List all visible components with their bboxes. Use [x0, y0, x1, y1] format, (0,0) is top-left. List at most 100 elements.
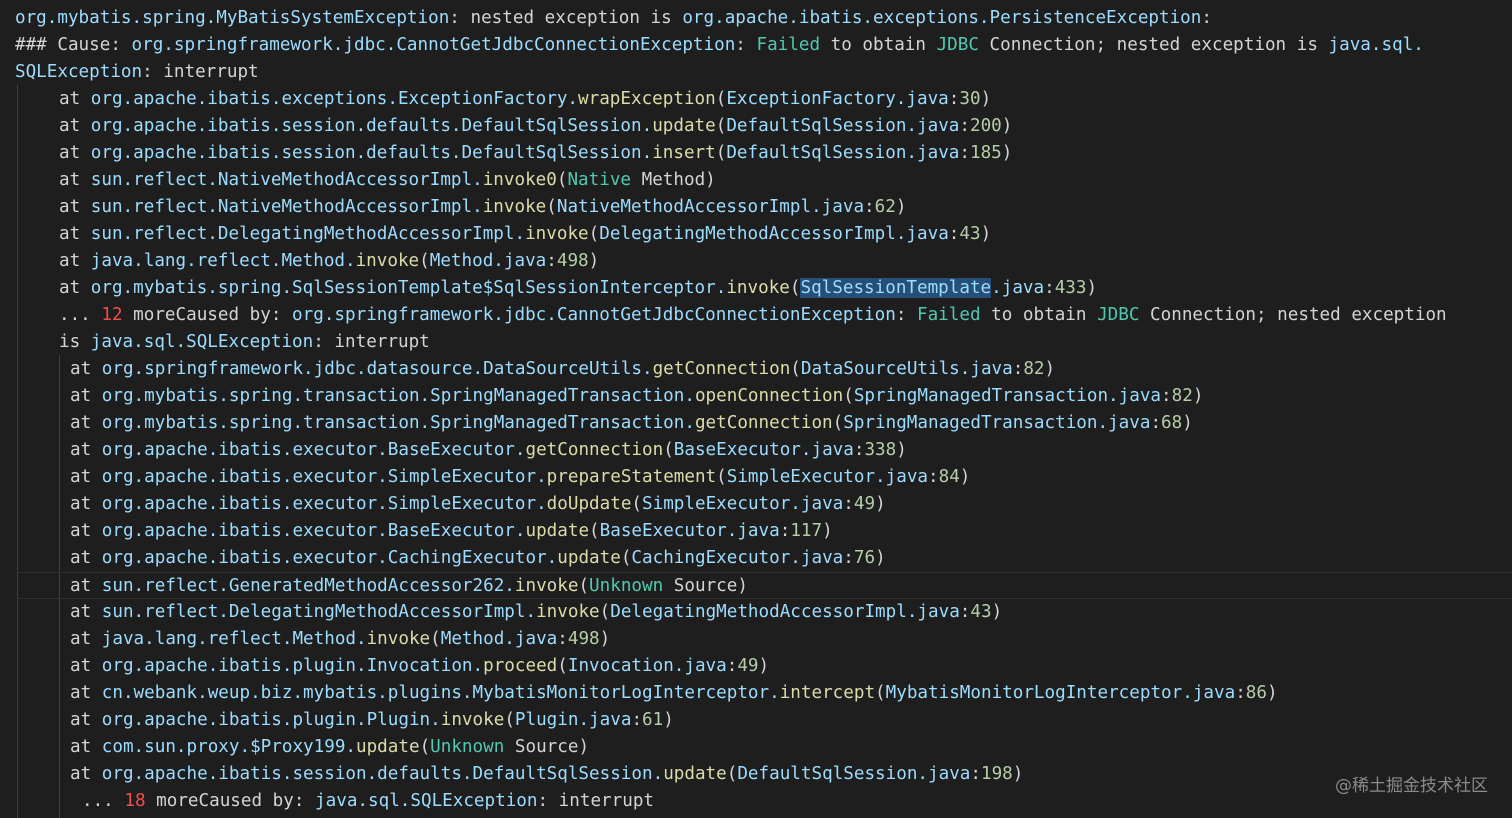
code-token: Connection; nested exception: [1139, 305, 1447, 325]
code-line[interactable]: at java.lang.reflect.Method.invoke(Metho…: [0, 248, 599, 275]
code-line[interactable]: at org.mybatis.spring.SqlSessionTemplate…: [0, 275, 1097, 302]
code-token: moreCaused by:: [145, 791, 316, 811]
code-token: org.apache.ibatis.session.defaults.Defau…: [90, 116, 653, 136]
code-line[interactable]: at org.apache.ibatis.executor.SimpleExec…: [0, 464, 970, 491]
code-token: Unknown: [589, 576, 664, 596]
code-line[interactable]: ... 12 moreCaused by: org.springframewor…: [0, 302, 1447, 329]
code-token: org.mybatis.spring.SqlSessionTemplate$Sq…: [90, 278, 727, 298]
code-token: ): [599, 629, 611, 649]
code-token: 49: [853, 494, 876, 514]
code-token: ): [875, 548, 886, 568]
code-token: prepareStatement: [546, 467, 717, 487]
code-token: :: [726, 656, 738, 676]
code-token: org.apache.ibatis.executor.SimpleExecuto…: [101, 494, 547, 514]
code-token: sun.reflect.DelegatingMethodAccessorImpl…: [101, 602, 537, 622]
code-token: invoke: [482, 197, 547, 217]
code-token: to obtain: [980, 305, 1098, 325]
code-token: org.apache.ibatis.executor.CachingExecut…: [101, 548, 558, 568]
code-token: (: [546, 197, 557, 217]
code-line[interactable]: is java.sql.SQLException: interrupt: [0, 329, 430, 356]
code-token: :: [1235, 683, 1246, 703]
code-token: at: [70, 656, 102, 676]
code-token: 43: [970, 602, 992, 622]
code-token: 117: [790, 521, 823, 541]
code-line[interactable]: at com.sun.proxy.$Proxy199.update(Unknow…: [0, 734, 589, 761]
code-line[interactable]: at org.springframework.jdbc.datasource.D…: [0, 356, 1055, 383]
code-line[interactable]: at org.apache.ibatis.exceptions.Exceptio…: [0, 86, 991, 113]
code-token: Method): [631, 170, 716, 190]
code-token: :: [1012, 359, 1024, 379]
code-token: ...: [82, 791, 125, 811]
code-token: invoke: [536, 602, 600, 622]
code-token: at: [59, 170, 91, 190]
code-token: invoke: [525, 224, 589, 244]
code-line[interactable]: at org.apache.ibatis.executor.SimpleExec…: [0, 491, 886, 518]
code-token: at: [59, 251, 91, 271]
code-token: org.apache.ibatis.executor.BaseExecutor.: [101, 521, 526, 541]
code-line[interactable]: at org.apache.ibatis.session.defaults.De…: [0, 140, 1012, 167]
code-token: (: [599, 602, 611, 622]
code-token: at: [70, 602, 102, 622]
code-line[interactable]: at org.apache.ibatis.executor.CachingExe…: [0, 545, 886, 572]
code-token: at: [70, 683, 102, 703]
code-token: 49: [737, 656, 759, 676]
code-token: DefaultSqlSession.java: [726, 143, 960, 163]
code-token: intercept: [779, 683, 876, 703]
code-token: org.apache.ibatis.session.defaults.Defau…: [90, 143, 653, 163]
code-line[interactable]: at org.mybatis.spring.transaction.Spring…: [0, 410, 1193, 437]
code-token: (: [789, 278, 801, 298]
code-line[interactable]: org.mybatis.spring.MyBatisSystemExceptio…: [0, 5, 1212, 32]
code-token: 18: [124, 791, 146, 811]
code-token: Unknown: [430, 737, 505, 757]
code-line[interactable]: at sun.reflect.DelegatingMethodAccessorI…: [0, 599, 1002, 626]
code-token: invoke: [355, 251, 420, 271]
code-line-current[interactable]: at sun.reflect.GeneratedMethodAccessor26…: [17, 572, 1512, 599]
code-token: at: [59, 278, 91, 298]
code-token: Failed: [756, 35, 821, 55]
code-token: Method.java: [440, 629, 558, 649]
code-token: org.apache.ibatis.plugin.Invocation.: [101, 656, 484, 676]
code-line[interactable]: at org.apache.ibatis.session.defaults.De…: [0, 113, 1012, 140]
code-token: 198: [980, 764, 1013, 784]
code-token: NativeMethodAccessorImpl.java: [556, 197, 865, 217]
code-token: at: [70, 386, 102, 406]
code-token: (: [578, 576, 590, 596]
code-token: sun.reflect.NativeMethodAccessorImpl.: [90, 170, 483, 190]
code-line[interactable]: at sun.reflect.NativeMethodAccessorImpl.…: [0, 167, 716, 194]
code-line[interactable]: at org.apache.ibatis.plugin.Invocation.p…: [0, 653, 769, 680]
code-line[interactable]: ... 18 moreCaused by: java.sql.SQLExcept…: [0, 788, 654, 815]
code-line[interactable]: at org.apache.ibatis.executor.BaseExecut…: [0, 518, 833, 545]
code-line[interactable]: at org.apache.ibatis.plugin.Plugin.invok…: [0, 707, 674, 734]
code-token: org.springframework.jdbc.CannotGetJdbcCo…: [131, 35, 736, 55]
code-line[interactable]: at cn.webank.weup.biz.mybatis.plugins.My…: [0, 680, 1278, 707]
code-token: MybatisMonitorLogInterceptor.java: [885, 683, 1236, 703]
code-token: org.apache.ibatis.exceptions.Persistence…: [682, 8, 1202, 28]
code-token: Connection; nested exception is: [978, 35, 1329, 55]
code-token: at: [70, 629, 102, 649]
code-line[interactable]: SQLException: interrupt: [0, 59, 259, 86]
code-line[interactable]: ### Cause: org.springframework.jdbc.Cann…: [0, 32, 1424, 59]
code-token: ): [822, 521, 833, 541]
code-token: SpringManagedTransaction.java: [843, 413, 1151, 433]
code-token: invoke: [366, 629, 431, 649]
code-token: 498: [567, 629, 600, 649]
code-token: sun.reflect.NativeMethodAccessorImpl.: [90, 197, 483, 217]
code-line[interactable]: at sun.reflect.DelegatingMethodAccessorI…: [0, 221, 991, 248]
code-line[interactable]: at org.mybatis.spring.transaction.Spring…: [0, 383, 1203, 410]
stack-trace-editor[interactable]: org.mybatis.spring.MyBatisSystemExceptio…: [0, 0, 1512, 818]
code-line[interactable]: at sun.reflect.NativeMethodAccessorImpl.…: [0, 194, 906, 221]
code-token: Method.java: [429, 251, 547, 271]
code-token: ): [663, 710, 674, 730]
code-token: Native: [567, 170, 632, 190]
code-token: :: [853, 440, 865, 460]
code-line[interactable]: at org.apache.ibatis.executor.BaseExecut…: [0, 437, 907, 464]
code-token: at: [70, 467, 102, 487]
code-line[interactable]: at java.lang.reflect.Method.invoke(Metho…: [0, 626, 610, 653]
code-token: (: [620, 548, 632, 568]
code-token: 185: [969, 143, 1002, 163]
code-token: :: [843, 494, 854, 514]
code-line[interactable]: at org.apache.ibatis.session.defaults.De…: [0, 761, 1023, 788]
code-token: org.springframework.jdbc.datasource.Data…: [101, 359, 653, 379]
code-token: :: [959, 602, 971, 622]
code-token: ): [991, 602, 1003, 622]
